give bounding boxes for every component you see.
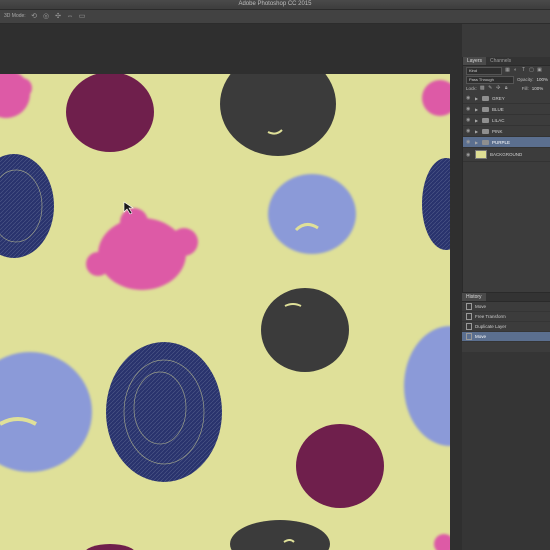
document-workspace — [0, 24, 462, 550]
history-state-icon — [466, 323, 472, 330]
slide-3d-icon[interactable]: ⇔ — [66, 13, 74, 20]
shape-filter-icon[interactable]: ▢ — [529, 68, 534, 73]
blend-mode-select[interactable]: Pass Through — [466, 75, 514, 84]
layer-name: PURPLE — [492, 139, 511, 145]
layer-name: GREY — [492, 95, 505, 101]
layer-background[interactable]: ◉ BACKGROUND — [463, 148, 550, 162]
layer-name: LILAC — [492, 117, 505, 123]
adjustment-filter-icon[interactable]: ◐ — [513, 68, 518, 73]
purple-circle — [66, 74, 154, 152]
layers-panel-tabs: Layers Channels — [463, 57, 550, 66]
opacity-label: Opacity: — [516, 77, 534, 82]
smart-object-filter-icon[interactable]: ▣ — [537, 68, 542, 73]
fill-value[interactable]: 100% — [532, 86, 544, 91]
expand-triangle-icon[interactable]: ▶ — [475, 129, 479, 134]
scale-3d-icon[interactable]: ▭ — [78, 13, 86, 20]
layer-grey[interactable]: ◉ ▶ GREY — [463, 93, 550, 104]
history-panel-tabs: History — [462, 293, 550, 302]
rotate-3d-icon[interactable]: ⟲ — [30, 13, 38, 20]
roll-3d-icon[interactable]: ◎ — [42, 13, 50, 20]
eye-icon[interactable]: ◉ — [466, 95, 472, 101]
grey-circle — [261, 288, 349, 372]
folder-icon — [482, 117, 489, 123]
fill-label: Fill: — [521, 86, 529, 91]
navy-scribble-circle — [106, 342, 222, 482]
history-item-label: Move — [475, 334, 487, 339]
lock-row: Lock: ▩ ✎ ✣ 🔒︎ Fill: 100% — [463, 84, 550, 93]
tab-channels[interactable]: Channels — [486, 57, 515, 65]
folder-icon — [482, 139, 489, 145]
layer-lilac[interactable]: ◉ ▶ LILAC — [463, 115, 550, 126]
blend-row: Pass Through Opacity: 100% — [463, 75, 550, 84]
history-item-label: Move — [475, 304, 487, 309]
lock-pixels-icon[interactable]: ✎ — [488, 86, 493, 91]
expand-triangle-icon[interactable]: ▶ — [475, 96, 479, 101]
tab-history[interactable]: History — [462, 293, 486, 301]
drag-3d-icon[interactable]: ✣ — [54, 13, 62, 20]
expand-triangle-icon[interactable]: ▶ — [475, 118, 479, 123]
layers-filter-row: Kind ▦ ◐ T ▢ ▣ — [463, 66, 550, 75]
eye-icon[interactable]: ◉ — [466, 117, 472, 123]
history-item[interactable]: Free Transform — [462, 312, 550, 322]
layer-purple[interactable]: ◉ ▶ PURPLE — [463, 137, 550, 148]
history-item-label: Duplicate Layer — [475, 324, 507, 329]
eye-icon[interactable]: ◉ — [466, 139, 472, 145]
layer-thumbnail — [475, 150, 487, 159]
layer-blue[interactable]: ◉ ▶ BLUE — [463, 104, 550, 115]
purple-circle — [296, 424, 384, 508]
canvas-background — [0, 74, 450, 550]
history-state-icon — [466, 333, 472, 340]
folder-icon — [482, 128, 489, 134]
pixel-filter-icon[interactable]: ▦ — [505, 68, 510, 73]
options-bar: 3D Mode: ⟲ ◎ ✣ ⇔ ▭ — [0, 10, 550, 24]
layer-name: PINK — [492, 128, 503, 134]
eye-icon[interactable]: ◉ — [466, 106, 472, 112]
document-canvas[interactable] — [0, 74, 450, 550]
eye-icon[interactable]: ◉ — [466, 152, 472, 158]
blue-circle — [268, 174, 356, 254]
layer-pink[interactable]: ◉ ▶ PINK — [463, 126, 550, 137]
blend-mode-value: Pass Through — [469, 76, 494, 82]
lock-label: Lock: — [466, 86, 477, 91]
window-title-bar: Adobe Photoshop CC 2015 — [0, 0, 550, 10]
layer-name: BLUE — [492, 106, 504, 112]
type-filter-icon[interactable]: T — [521, 68, 526, 73]
lock-position-icon[interactable]: ✣ — [496, 86, 501, 91]
folder-icon — [482, 95, 489, 101]
3d-mode-label: 3D Mode: — [4, 13, 26, 19]
eye-icon[interactable]: ◉ — [466, 128, 472, 134]
empty-panel-area — [462, 352, 550, 550]
opacity-value[interactable]: 100% — [536, 77, 548, 82]
layer-name: BACKGROUND — [490, 152, 523, 157]
kind-filter-value: Kind — [469, 67, 478, 73]
history-state-icon — [466, 303, 472, 310]
lock-all-icon[interactable]: 🔒︎ — [504, 86, 509, 91]
canvas-artwork — [0, 74, 450, 550]
kind-filter-select[interactable]: Kind — [466, 66, 502, 75]
history-item-current[interactable]: Move — [462, 332, 550, 342]
lock-transparent-icon[interactable]: ▩ — [480, 86, 485, 91]
window-title: Adobe Photoshop CC 2015 — [238, 1, 312, 7]
history-item-label: Free Transform — [475, 314, 506, 319]
history-state-icon — [466, 313, 472, 320]
folder-icon — [482, 106, 489, 112]
history-panel: History Move Free Transform Duplicate La… — [462, 292, 550, 353]
expand-triangle-icon[interactable]: ▶ — [475, 140, 479, 145]
layers-list: ◉ ▶ GREY ◉ ▶ BLUE ◉ ▶ LILAC ◉ ▶ PINK ◉ ▶ — [463, 93, 550, 162]
history-item[interactable]: Duplicate Layer — [462, 322, 550, 332]
tab-layers[interactable]: Layers — [463, 57, 487, 65]
history-item[interactable]: Move — [462, 302, 550, 312]
expand-triangle-icon[interactable]: ▶ — [475, 107, 479, 112]
